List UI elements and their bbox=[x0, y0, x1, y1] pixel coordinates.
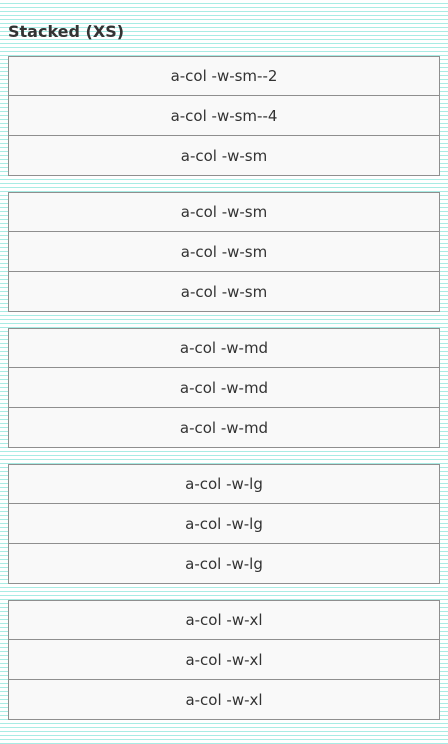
column-cell: a-col -w-sm bbox=[8, 192, 440, 232]
column-cell: a-col -w-sm--4 bbox=[8, 96, 440, 136]
column-cell: a-col -w-md bbox=[8, 328, 440, 368]
column-cell: a-col -w-sm--2 bbox=[8, 56, 440, 96]
column-cell: a-col -w-xl bbox=[8, 640, 440, 680]
column-cell: a-col -w-lg bbox=[8, 544, 440, 584]
column-stack-md: a-col -w-md a-col -w-md a-col -w-md bbox=[8, 328, 440, 448]
section-heading: Stacked (XS) bbox=[8, 22, 125, 41]
page: Stacked (XS) a-col -w-sm--2 a-col -w-sm-… bbox=[0, 0, 448, 744]
column-stack-lg: a-col -w-lg a-col -w-lg a-col -w-lg bbox=[8, 464, 440, 584]
column-cell: a-col -w-lg bbox=[8, 504, 440, 544]
column-stack-sm: a-col -w-sm a-col -w-sm a-col -w-sm bbox=[8, 192, 440, 312]
column-cell: a-col -w-md bbox=[8, 408, 440, 448]
column-stack-sm-mixed: a-col -w-sm--2 a-col -w-sm--4 a-col -w-s… bbox=[8, 56, 440, 176]
column-cell: a-col -w-md bbox=[8, 368, 440, 408]
column-cell: a-col -w-sm bbox=[8, 232, 440, 272]
column-cell: a-col -w-xl bbox=[8, 680, 440, 720]
column-cell: a-col -w-sm bbox=[8, 272, 440, 312]
column-cell: a-col -w-xl bbox=[8, 600, 440, 640]
column-cell: a-col -w-sm bbox=[8, 136, 440, 176]
column-cell: a-col -w-lg bbox=[8, 464, 440, 504]
column-stack-xl: a-col -w-xl a-col -w-xl a-col -w-xl bbox=[8, 600, 440, 720]
